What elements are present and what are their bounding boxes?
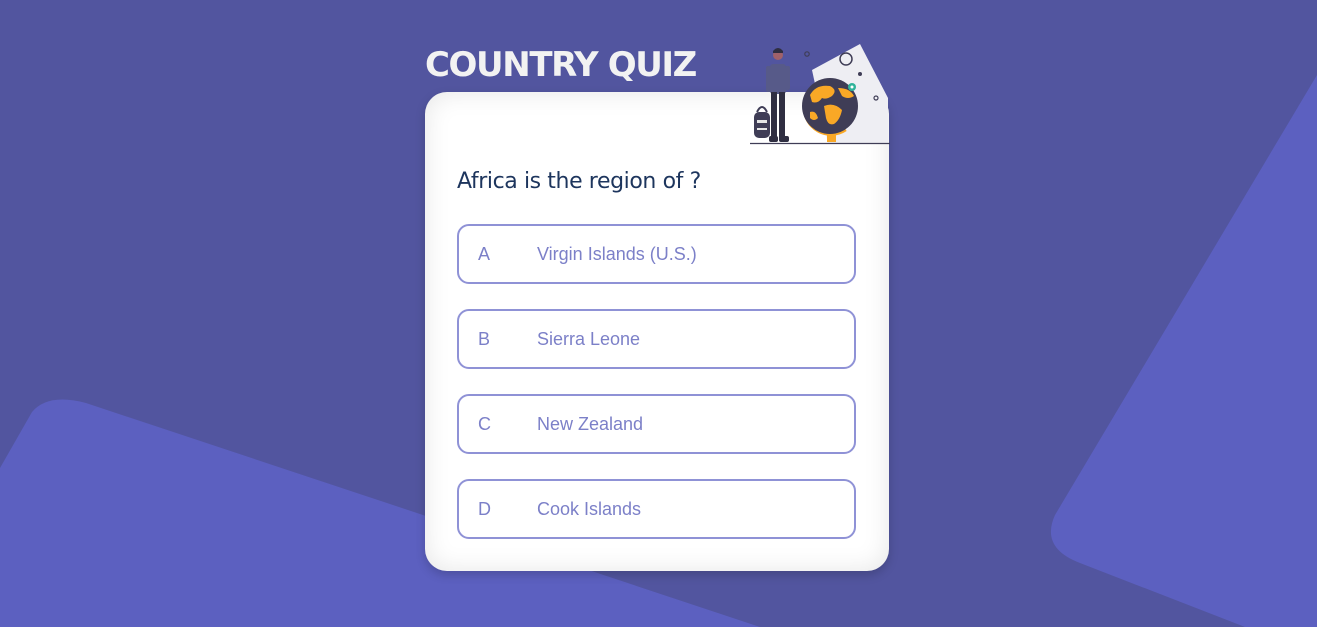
- answer-option-a[interactable]: A Virgin Islands (U.S.): [457, 224, 856, 284]
- answer-option-d[interactable]: D Cook Islands: [457, 479, 856, 539]
- answer-option-c[interactable]: C New Zealand: [457, 394, 856, 454]
- option-text: Virgin Islands (U.S.): [537, 243, 697, 264]
- option-letter: B: [478, 328, 491, 349]
- option-text: New Zealand: [537, 413, 644, 434]
- background-shape-right: [1050, 75, 1317, 627]
- answer-option-b[interactable]: B Sierra Leone: [457, 309, 856, 369]
- question-text: Africa is the region of ?: [457, 169, 701, 194]
- option-letter: D: [478, 498, 491, 519]
- app-title: COUNTRY QUIZ: [425, 45, 697, 85]
- option-letter: A: [478, 243, 491, 264]
- option-text: Sierra Leone: [537, 328, 641, 349]
- option-letter: C: [478, 413, 491, 434]
- traveler-globe-illustration-icon: [750, 44, 890, 145]
- option-text: Cook Islands: [537, 498, 642, 519]
- quiz-card: Africa is the region of ? A Virgin Islan…: [425, 92, 889, 571]
